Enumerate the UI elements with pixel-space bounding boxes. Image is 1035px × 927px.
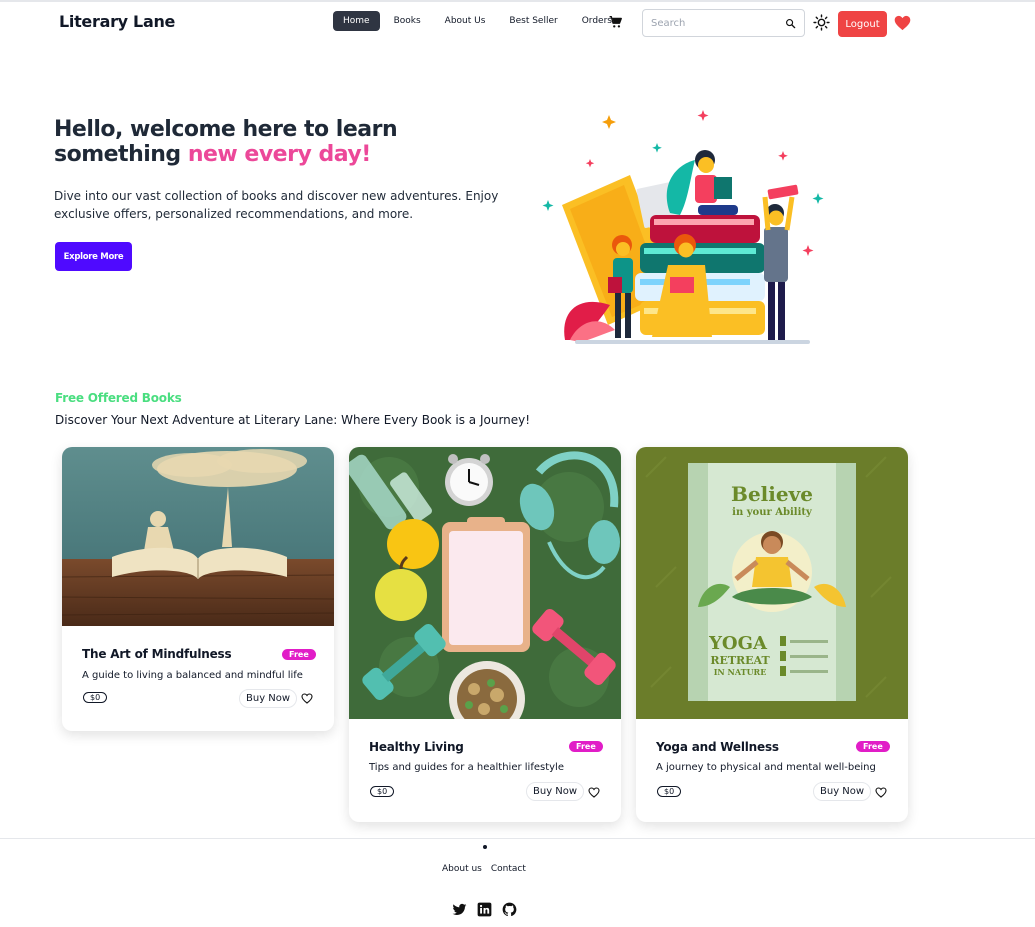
buy-now-button[interactable]: Buy Now [239, 689, 298, 708]
hero-title: Hello, welcome here to learn something n… [54, 117, 494, 167]
heart-icon[interactable] [588, 787, 600, 798]
buy-now-button[interactable]: Buy Now [813, 782, 872, 801]
card-description: A guide to living a balanced and mindful… [82, 670, 303, 681]
poster-nature: IN NATURE [714, 667, 767, 677]
card-description: Tips and guides for a healthier lifestyl… [369, 762, 564, 773]
card-description: A journey to physical and mental well-be… [656, 762, 876, 773]
price-badge: $0 [370, 786, 395, 797]
footer-about-link[interactable]: About us [442, 864, 482, 874]
hero-title-highlight: new every day! [187, 142, 371, 167]
navbar: Literary Lane Home Books About Us Best S… [0, 2, 1035, 44]
book-card[interactable]: The Art of Mindfulness Free A guide to l… [62, 447, 334, 731]
heart-icon[interactable] [875, 787, 887, 798]
section-subtitle: Discover Your Next Adventure at Literary… [55, 413, 531, 427]
search-input[interactable] [651, 17, 785, 29]
explore-more-button[interactable]: Explore More [55, 242, 132, 271]
search-icon[interactable] [785, 18, 796, 29]
brand-logo[interactable]: Literary Lane [59, 12, 175, 31]
heart-icon[interactable] [894, 15, 911, 31]
price-badge: $0 [657, 786, 682, 797]
book-cover-image: Believe in your Ability YOGA RETREAT IN … [636, 447, 908, 719]
section-title: Free Offered Books [55, 391, 182, 405]
hero-description: Dive into our vast collection of books a… [54, 189, 499, 221]
linkedin-icon[interactable] [477, 902, 492, 917]
cart-icon[interactable] [609, 15, 623, 29]
card-title: Healthy Living [369, 740, 464, 754]
free-badge: Free [282, 649, 316, 660]
logout-button[interactable]: Logout [838, 11, 887, 37]
price-badge: $0 [83, 692, 108, 703]
footer-contact-link[interactable]: Contact [491, 864, 526, 874]
nav-best-seller[interactable]: Best Seller [499, 11, 567, 31]
card-title: Yoga and Wellness [656, 740, 779, 754]
footer-divider [0, 838, 1035, 839]
poster-yoga: YOGA [708, 633, 768, 654]
nav-home[interactable]: Home [333, 11, 380, 31]
search-box [642, 9, 805, 37]
heart-icon[interactable] [301, 693, 313, 704]
free-badge: Free [856, 741, 890, 752]
poster-subheadline: in your Ability [732, 507, 813, 518]
sun-icon[interactable] [813, 14, 830, 31]
footer-links: About us Contact [442, 864, 526, 874]
book-card[interactable]: Healthy Living Free Tips and guides for … [349, 447, 621, 822]
book-card[interactable]: Believe in your Ability YOGA RETREAT IN … [636, 447, 908, 822]
nav-links: Home Books About Us Best Seller Orders [333, 11, 622, 31]
nav-about-us[interactable]: About Us [435, 11, 496, 31]
buy-now-button[interactable]: Buy Now [526, 782, 585, 801]
card-title: The Art of Mindfulness [82, 647, 232, 661]
poster-retreat: RETREAT [710, 654, 770, 667]
book-cover-image [62, 447, 334, 626]
book-cover-image [349, 447, 621, 719]
footer-bullet [483, 845, 487, 849]
poster-headline: Believe [731, 482, 813, 506]
nav-books[interactable]: Books [384, 11, 431, 31]
twitter-icon[interactable] [452, 902, 467, 917]
hero-illustration [542, 110, 824, 344]
free-badge: Free [569, 741, 603, 752]
github-icon[interactable] [502, 902, 517, 917]
